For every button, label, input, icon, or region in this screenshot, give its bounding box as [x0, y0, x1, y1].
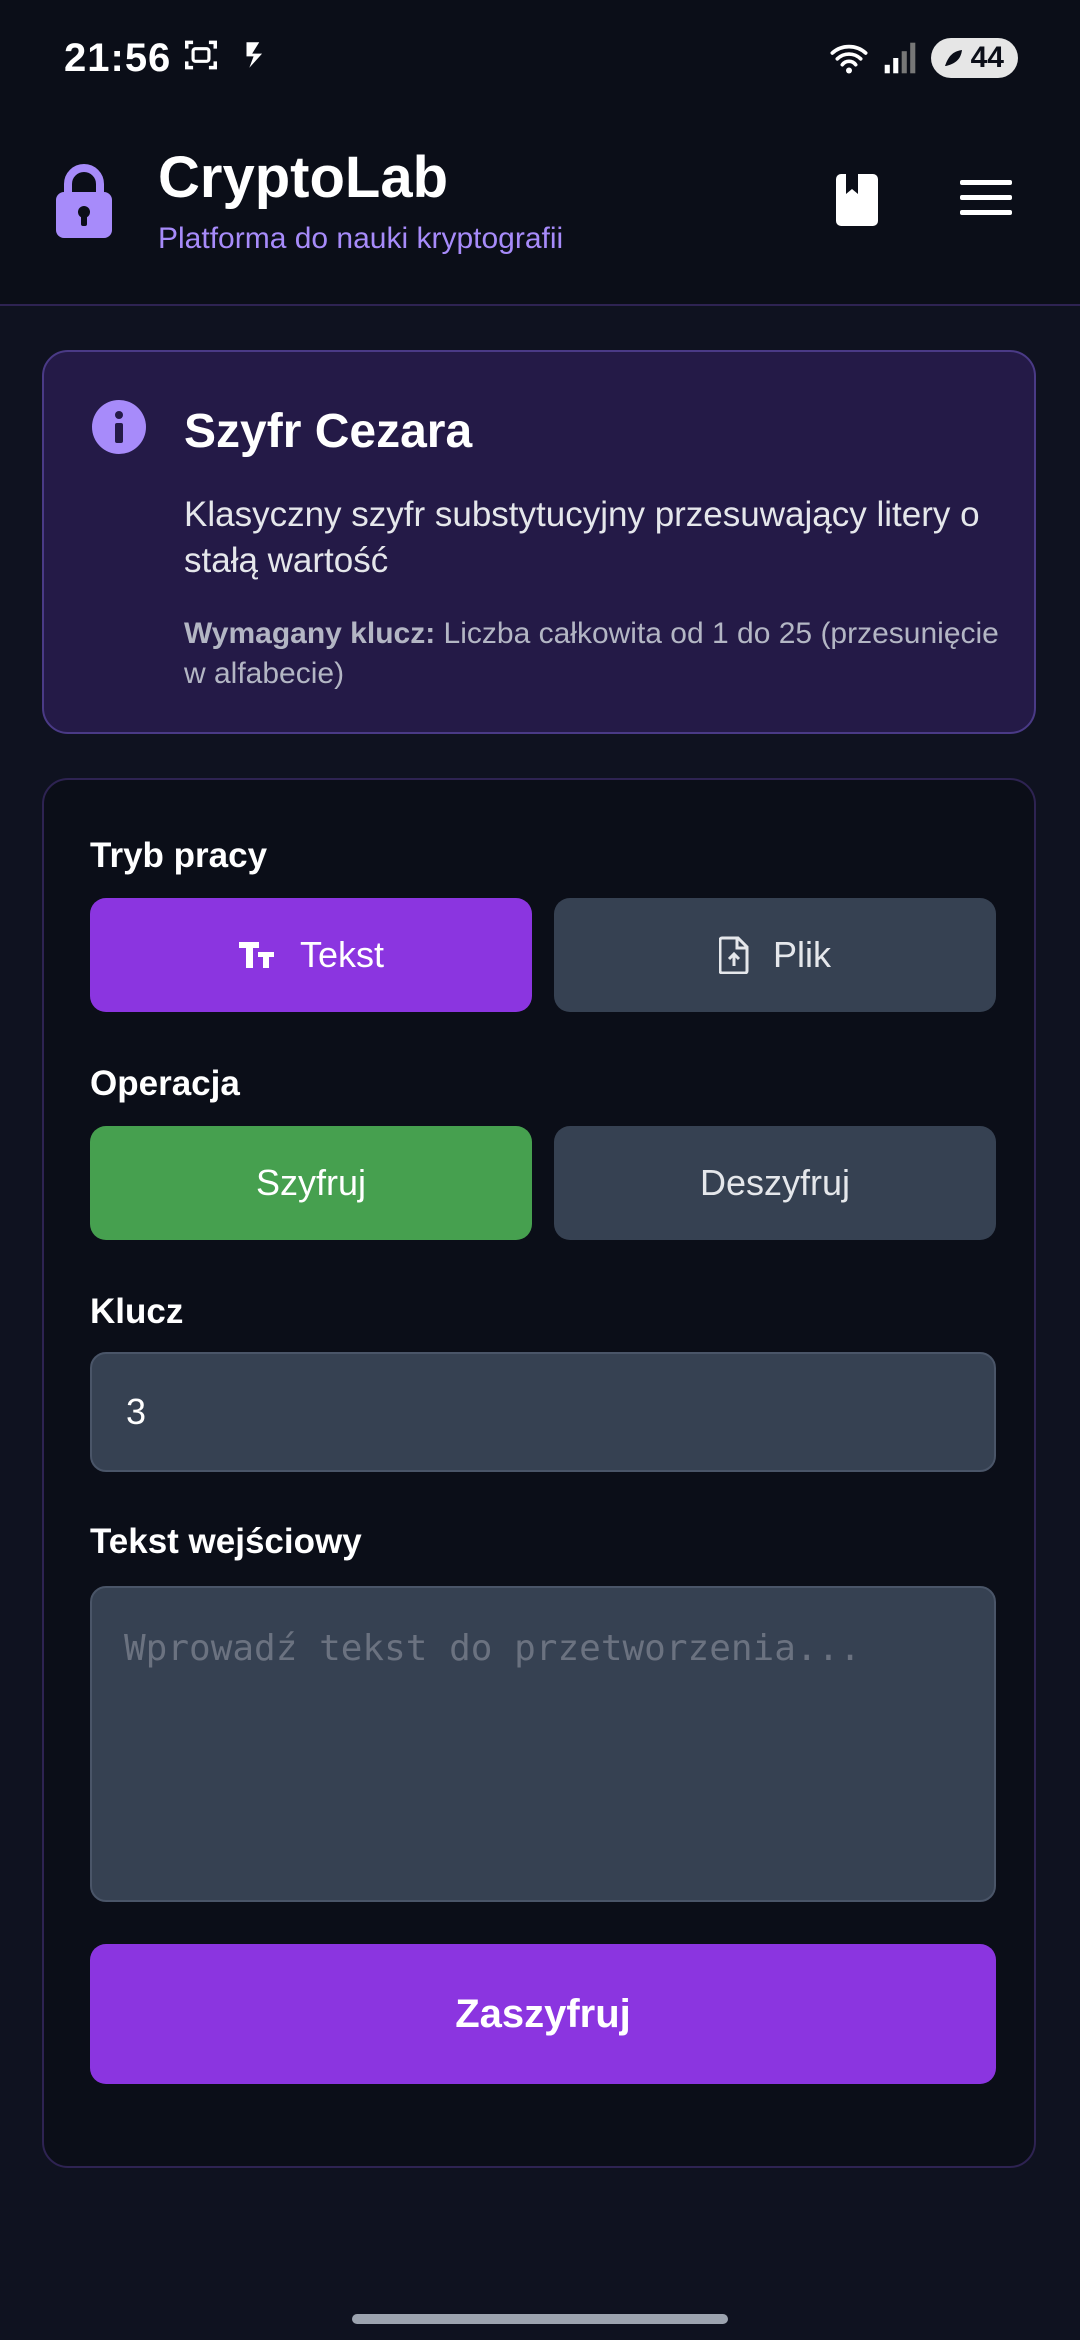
mode-label: Tryb pracy: [90, 836, 268, 875]
cipher-title: Szyfr Cezara: [184, 405, 473, 458]
app-subtitle: Platforma do nauki kryptografii: [158, 222, 564, 255]
encrypt-operation-label: Szyfruj: [255, 1162, 367, 1203]
input-text-label: Tekst wejściowy: [90, 1522, 362, 1561]
input-text-placeholder: Wprowadź tekst do przetworzenia...: [124, 1628, 861, 1669]
encrypt-operation-button[interactable]: Szyfruj: [90, 1126, 532, 1240]
battery-saver-icon: [944, 50, 962, 66]
status-bar: 21:56 44: [0, 0, 1080, 92]
decrypt-operation-label: Deszyfruj: [699, 1162, 851, 1203]
app-title: CryptoLab: [158, 145, 448, 210]
status-notification-icons: [182, 36, 272, 74]
cipher-info-card: Szyfr Cezara Klasyczny szyfr substytucyj…: [42, 350, 1036, 734]
key-requirement-label: Wymagany klucz:: [184, 617, 436, 650]
hamburger-menu-icon[interactable]: [960, 178, 1012, 218]
status-system-icons: 44: [829, 38, 1018, 78]
signal-icon: [884, 42, 915, 74]
mode-file-button[interactable]: Plik: [554, 898, 996, 1012]
book-icon[interactable]: [834, 172, 880, 228]
key-input[interactable]: 3: [90, 1352, 996, 1472]
operation-label: Operacja: [90, 1064, 240, 1103]
key-label: Klucz: [90, 1292, 184, 1331]
battery-indicator: 44: [930, 38, 1018, 78]
cipher-key-requirement: Wymagany klucz: Liczba całkowita od 1 do…: [184, 614, 1004, 694]
cipher-form-card: Tryb pracy Tekst Plik Operacja Szyfruj D…: [42, 778, 1036, 2168]
app-notification-icon: [246, 42, 263, 68]
battery-level: 44: [970, 41, 1004, 74]
mode-text-label: Tekst: [299, 934, 385, 975]
text-format-icon: [238, 942, 274, 968]
screenshot-icon: [185, 40, 217, 70]
cipher-description: Klasyczny szyfr substytucyjny przesuwają…: [184, 495, 980, 580]
file-upload-icon: [718, 936, 749, 974]
info-icon: [92, 400, 146, 454]
mode-text-button[interactable]: Tekst: [90, 898, 532, 1012]
decrypt-operation-button[interactable]: Deszyfruj: [554, 1126, 996, 1240]
mode-file-label: Plik: [772, 934, 831, 975]
home-indicator[interactable]: [352, 2314, 728, 2324]
app-header: CryptoLab Platforma do nauki kryptografi…: [0, 92, 1080, 306]
lock-icon: [56, 164, 112, 238]
status-time: 21:56: [64, 36, 172, 80]
submit-encrypt-button[interactable]: Zaszyfruj: [90, 1944, 996, 2084]
wifi-icon: [830, 44, 868, 74]
input-text-area[interactable]: Wprowadź tekst do przetworzenia...: [90, 1586, 996, 1902]
